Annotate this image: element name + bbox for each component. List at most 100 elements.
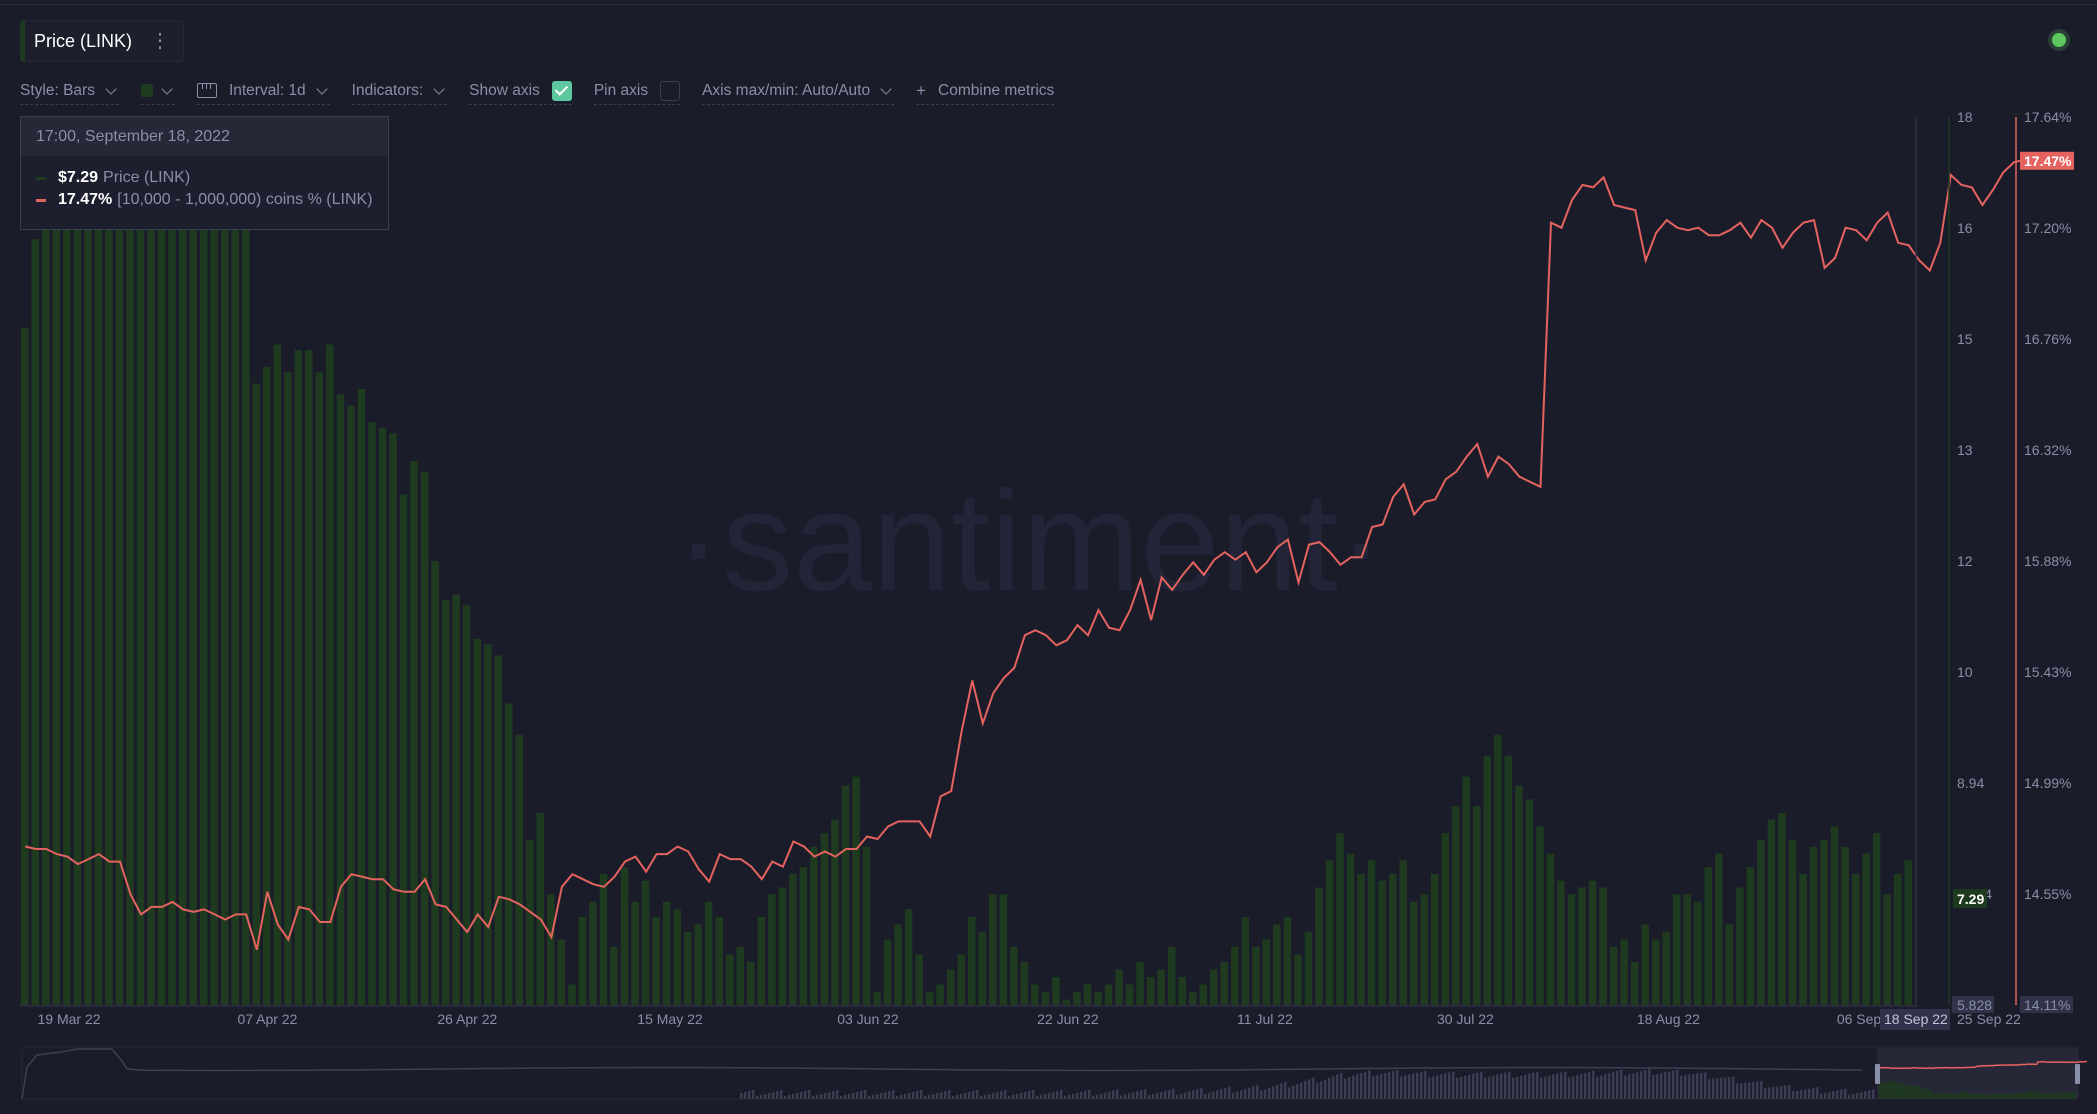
price-bar (631, 901, 639, 1005)
price-bar (189, 194, 197, 1005)
navigator-bar (1348, 1077, 1351, 1099)
price-bar (820, 833, 829, 1005)
navigator-selection-bar (1894, 1081, 1896, 1099)
navigator-bar (1000, 1090, 1003, 1099)
navigator-bar (832, 1090, 835, 1099)
navigator-bar (844, 1094, 847, 1099)
navigator-selection-bar (1897, 1082, 1899, 1099)
navigator-selection-bar (1981, 1094, 1983, 1099)
navigator-selection-bar (1956, 1093, 1958, 1099)
navigator-bar (824, 1092, 827, 1099)
navigator-bar (1828, 1091, 1831, 1099)
price-bar (1704, 867, 1713, 1005)
navigator-selection-bar (1993, 1094, 1995, 1099)
navigator-bar (1556, 1073, 1559, 1099)
price-bar (1346, 853, 1355, 1005)
x-highlight-label: 18 Sep 22 (1884, 1011, 1948, 1027)
navigator-bar (1484, 1077, 1487, 1099)
navigator-selection-bar (2022, 1092, 2024, 1099)
price-bar (1651, 939, 1660, 1005)
legend-bar-marker (36, 176, 46, 180)
navigator-selection-bar (1916, 1086, 1918, 1099)
navigator-bar (1168, 1089, 1171, 1099)
navigator-bar (1396, 1070, 1399, 1099)
navigator-selection-bar (2012, 1093, 2014, 1099)
price-bar (1136, 962, 1144, 1005)
price-bar (1483, 755, 1492, 1005)
navigator-bar (1432, 1076, 1435, 1099)
navigator-selection-bar (1952, 1094, 1954, 1099)
price-bar (1367, 860, 1376, 1005)
navigator-selection-bar (1885, 1082, 1887, 1099)
price-bar (473, 638, 481, 1005)
navigator (21, 1046, 2087, 1100)
price-bar (1536, 826, 1544, 1005)
price-bar (1010, 946, 1018, 1005)
navigator-selection-bar (1892, 1081, 1894, 1099)
navigator-bar (1224, 1088, 1227, 1099)
price-bar (1262, 939, 1271, 1005)
navigator-selection-bar (1883, 1082, 1885, 1099)
navigator-bar (1640, 1071, 1643, 1099)
navigator-bar (876, 1093, 879, 1099)
price-bar (1115, 969, 1123, 1005)
price-bar (694, 924, 702, 1005)
left-axis-tick-label: 13 (1957, 442, 1973, 458)
navigator-bar (1228, 1086, 1231, 1099)
navigator-selection-bar (1948, 1093, 1949, 1099)
price-bar (652, 916, 660, 1005)
navigator-bar (1020, 1092, 1023, 1099)
navigator-bar (752, 1090, 755, 1099)
navigator-bar (1464, 1075, 1467, 1099)
navigator-selection-bar (1972, 1094, 1973, 1099)
price-bar (1273, 924, 1281, 1005)
navigator-bar (1344, 1078, 1347, 1099)
navigator-bar (944, 1090, 947, 1099)
price-bar (852, 776, 860, 1005)
navigator-bar (856, 1091, 859, 1099)
navigator-selection-bar (1886, 1081, 1888, 1099)
navigator-selection-bar (1907, 1084, 1909, 1099)
navigator-selection-bar (1950, 1093, 1952, 1099)
navigator-bar (1824, 1092, 1827, 1099)
navigator-bar (1236, 1091, 1239, 1099)
navigator-bar (1764, 1087, 1767, 1099)
price-bar (1388, 873, 1397, 1005)
price-bar (831, 819, 839, 1005)
price-bar (462, 605, 471, 1005)
navigator-selection-bar (1889, 1081, 1891, 1099)
navigator-selection-bar (2013, 1093, 2015, 1099)
navigator-bar (948, 1089, 951, 1099)
navigator-bar (1664, 1072, 1667, 1099)
navigator-bar (924, 1095, 927, 1099)
price-bar (1073, 992, 1081, 1005)
navigator-bar (1180, 1093, 1183, 1099)
navigator-selection-bar (1966, 1092, 1968, 1099)
price-bar (284, 372, 292, 1005)
navigator-left-handle[interactable] (1875, 1064, 1880, 1084)
navigator-bar (1216, 1090, 1219, 1099)
navigator-selection-bar (1990, 1094, 1992, 1099)
price-bar (1241, 916, 1250, 1005)
navigator-right-handle[interactable] (2075, 1064, 2080, 1084)
price-bar (410, 461, 418, 1006)
navigator-selection-bar (1896, 1082, 1898, 1099)
navigator-selection-bar (1949, 1093, 1950, 1099)
navigator-selection-bar (1984, 1094, 1986, 1099)
navigator-bar (1868, 1090, 1871, 1099)
navigator-selection-bar (1960, 1092, 1961, 1099)
navigator-selection-bar (1964, 1091, 1966, 1099)
navigator-selection-bar (2006, 1093, 2007, 1099)
navigator-bar (1656, 1074, 1659, 1099)
navigator-bar (1668, 1071, 1671, 1099)
navigator-selection-bar (1908, 1084, 1910, 1099)
navigator-bar (1560, 1072, 1563, 1099)
price-bar (789, 873, 797, 1005)
left-axis-tick-label: 15 (1957, 331, 1973, 347)
price-bar (1083, 984, 1092, 1005)
navigator-bar (900, 1094, 903, 1099)
price-bar (1862, 853, 1870, 1005)
price-bar (368, 422, 376, 1006)
navigator-bar (1200, 1088, 1203, 1099)
navigator-selection-bar (1933, 1093, 1935, 1099)
